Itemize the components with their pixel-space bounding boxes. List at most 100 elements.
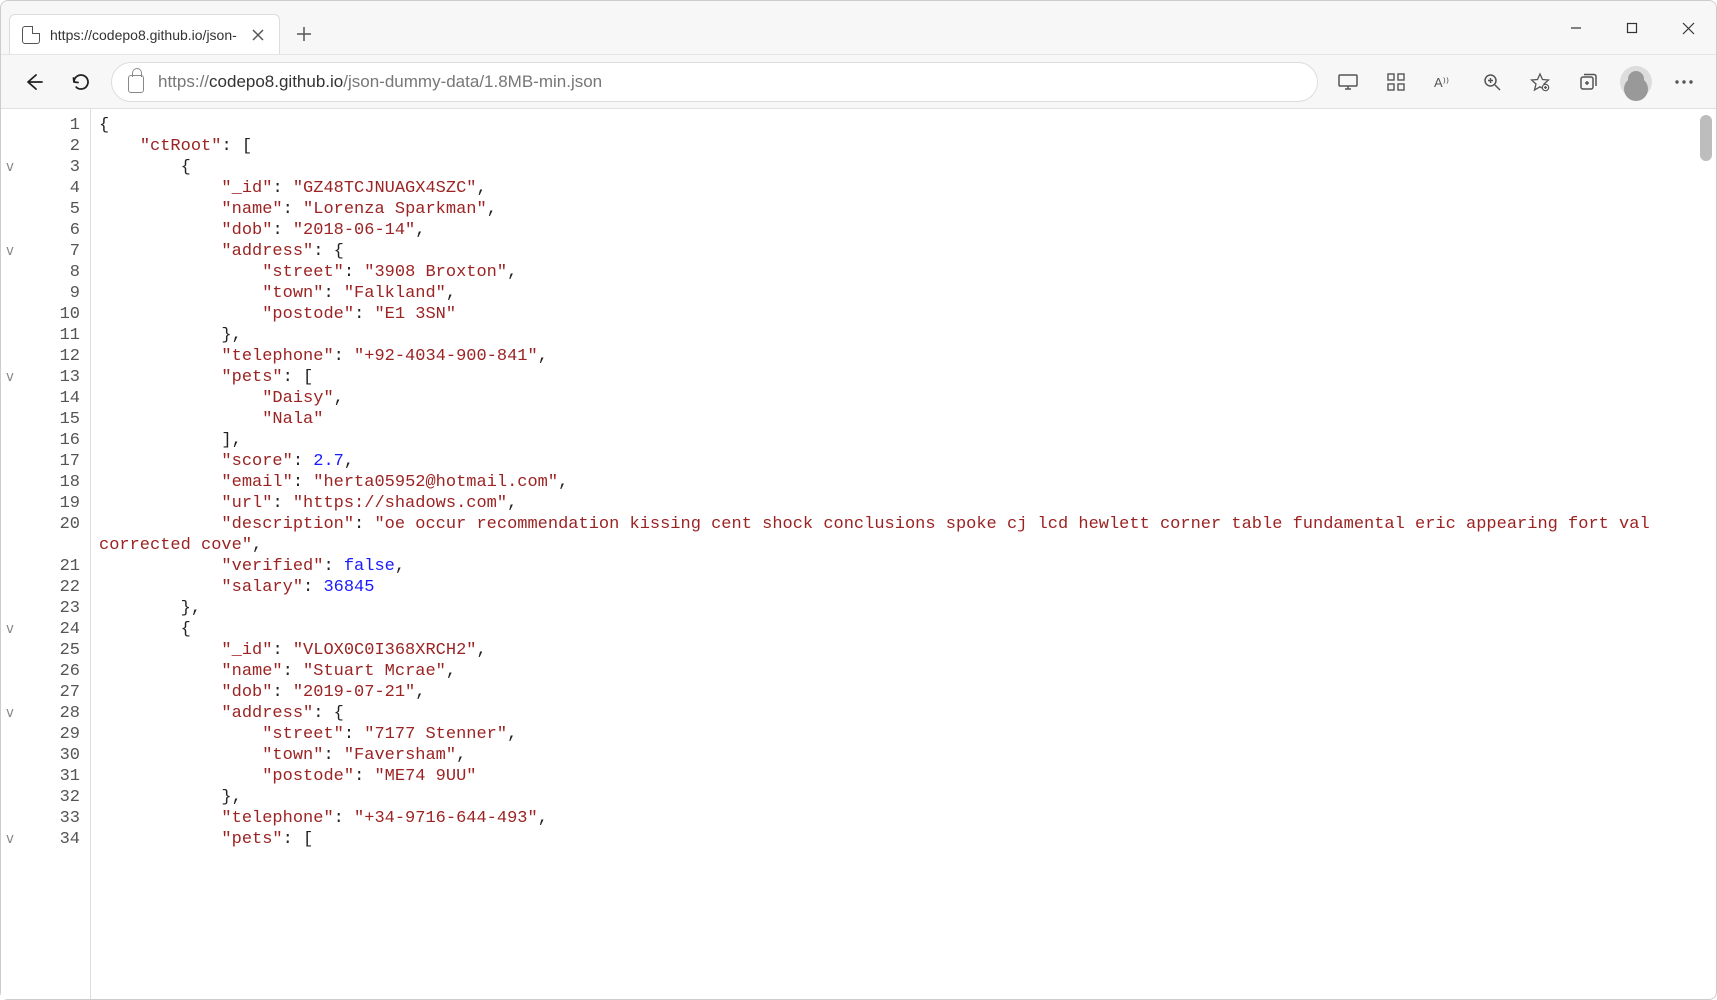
code-line: { bbox=[99, 619, 1708, 640]
code-line: "street": "3908 Broxton", bbox=[99, 262, 1708, 283]
line-number: 14 bbox=[19, 388, 80, 409]
scrollbar-thumb[interactable] bbox=[1700, 115, 1712, 161]
desktop-mode-icon[interactable] bbox=[1330, 64, 1366, 100]
line-number: 27 bbox=[19, 682, 80, 703]
line-number: 13 bbox=[19, 367, 80, 388]
fold-toggle[interactable]: v bbox=[1, 619, 19, 640]
code-line: "Nala" bbox=[99, 409, 1708, 430]
new-tab-button[interactable] bbox=[286, 16, 322, 52]
browser-window: https://codepo8.github.io/json- bbox=[0, 0, 1717, 1000]
code-line: "town": "Falkland", bbox=[99, 283, 1708, 304]
code-line: "description": "oe occur recommendation … bbox=[99, 514, 1708, 556]
fold-toggle bbox=[1, 262, 19, 283]
fold-toggle bbox=[1, 388, 19, 409]
fold-toggle bbox=[1, 199, 19, 220]
apps-grid-icon[interactable] bbox=[1378, 64, 1414, 100]
line-number: 11 bbox=[19, 325, 80, 346]
line-number: 17 bbox=[19, 451, 80, 472]
tab-close-button[interactable] bbox=[247, 24, 269, 46]
fold-toggle bbox=[1, 745, 19, 766]
code-line: { bbox=[99, 157, 1708, 178]
code-line: "score": 2.7, bbox=[99, 451, 1708, 472]
window-close-button[interactable] bbox=[1660, 1, 1716, 55]
line-number: 9 bbox=[19, 283, 80, 304]
fold-toggle bbox=[1, 640, 19, 661]
back-button[interactable] bbox=[15, 64, 51, 100]
fold-toggle[interactable]: v bbox=[1, 241, 19, 262]
line-number-gutter: 1234567891011121314151617181920212223242… bbox=[19, 109, 91, 999]
toolbar: https://codepo8.github.io/json-dummy-dat… bbox=[1, 55, 1716, 109]
code-line: "Daisy", bbox=[99, 388, 1708, 409]
fold-gutter[interactable]: v v v v v v bbox=[1, 109, 19, 999]
window-maximize-button[interactable] bbox=[1604, 1, 1660, 55]
svg-text:A⁾⁾: A⁾⁾ bbox=[1434, 75, 1449, 90]
line-number: 6 bbox=[19, 220, 80, 241]
page-icon bbox=[22, 26, 40, 44]
fold-toggle[interactable]: v bbox=[1, 367, 19, 388]
code-line: "ctRoot": [ bbox=[99, 136, 1708, 157]
code-line: "name": "Lorenza Sparkman", bbox=[99, 199, 1708, 220]
line-number: 1 bbox=[19, 115, 80, 136]
code-line: "pets": [ bbox=[99, 367, 1708, 388]
fold-toggle bbox=[1, 178, 19, 199]
json-viewer: vvvvvv 123456789101112131415161718192021… bbox=[1, 109, 1716, 999]
fold-toggle bbox=[1, 430, 19, 451]
url-prefix: https:// bbox=[158, 72, 209, 91]
line-number: 18 bbox=[19, 472, 80, 493]
url-text: https://codepo8.github.io/json-dummy-dat… bbox=[158, 72, 602, 92]
code-line: "email": "herta05952@hotmail.com", bbox=[99, 472, 1708, 493]
fold-toggle bbox=[1, 346, 19, 367]
line-number: 26 bbox=[19, 661, 80, 682]
fold-toggle bbox=[1, 556, 19, 577]
title-bar: https://codepo8.github.io/json- bbox=[1, 1, 1716, 55]
fold-toggle bbox=[1, 682, 19, 703]
browser-tab[interactable]: https://codepo8.github.io/json- bbox=[9, 14, 280, 54]
code-line: "salary": 36845 bbox=[99, 577, 1708, 598]
code-line: "pets": [ bbox=[99, 829, 1708, 850]
zoom-icon[interactable] bbox=[1474, 64, 1510, 100]
read-aloud-icon[interactable]: A⁾⁾ bbox=[1426, 64, 1462, 100]
line-number: 16 bbox=[19, 430, 80, 451]
window-controls bbox=[1548, 1, 1716, 55]
fold-toggle bbox=[1, 472, 19, 493]
line-number: 28 bbox=[19, 703, 80, 724]
line-number: 2 bbox=[19, 136, 80, 157]
settings-menu-button[interactable] bbox=[1666, 64, 1702, 100]
fold-toggle bbox=[1, 514, 19, 556]
fold-toggle[interactable]: v bbox=[1, 157, 19, 178]
line-number: 3 bbox=[19, 157, 80, 178]
line-number: 4 bbox=[19, 178, 80, 199]
line-number: 25 bbox=[19, 640, 80, 661]
fold-toggle bbox=[1, 451, 19, 472]
fold-toggle bbox=[1, 304, 19, 325]
code-area[interactable]: { "ctRoot": [ { "_id": "GZ48TCJNUAGX4SZC… bbox=[91, 109, 1716, 999]
line-number: 33 bbox=[19, 808, 80, 829]
favorites-icon[interactable] bbox=[1522, 64, 1558, 100]
collections-icon[interactable] bbox=[1570, 64, 1606, 100]
fold-toggle bbox=[1, 136, 19, 157]
code-line: "address": { bbox=[99, 703, 1708, 724]
line-number: 23 bbox=[19, 598, 80, 619]
fold-toggle bbox=[1, 787, 19, 808]
line-number: 8 bbox=[19, 262, 80, 283]
fold-toggle bbox=[1, 577, 19, 598]
refresh-button[interactable] bbox=[63, 64, 99, 100]
profile-button[interactable] bbox=[1618, 64, 1654, 100]
line-number: 7 bbox=[19, 241, 80, 262]
line-number: 31 bbox=[19, 766, 80, 787]
fold-toggle[interactable]: v bbox=[1, 703, 19, 724]
code-line: }, bbox=[99, 598, 1708, 619]
tab-title: https://codepo8.github.io/json- bbox=[50, 27, 237, 43]
scrollbar-track[interactable] bbox=[1700, 109, 1714, 999]
window-minimize-button[interactable] bbox=[1548, 1, 1604, 55]
address-bar[interactable]: https://codepo8.github.io/json-dummy-dat… bbox=[111, 62, 1318, 102]
fold-toggle bbox=[1, 661, 19, 682]
fold-toggle bbox=[1, 283, 19, 304]
line-number: 10 bbox=[19, 304, 80, 325]
code-line: { bbox=[99, 115, 1708, 136]
fold-toggle[interactable]: v bbox=[1, 829, 19, 850]
line-number: 19 bbox=[19, 493, 80, 514]
line-number: 5 bbox=[19, 199, 80, 220]
code-line: "town": "Faversham", bbox=[99, 745, 1708, 766]
fold-toggle bbox=[1, 808, 19, 829]
